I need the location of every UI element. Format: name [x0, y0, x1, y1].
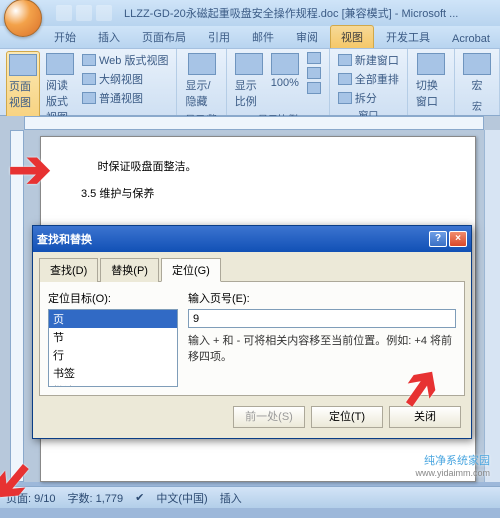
page-number-label: 输入页号(E): [188, 290, 456, 306]
ribbon-tabs: 开始 插入 页面布局 引用 邮件 审阅 视图 开发工具 Acrobat [0, 26, 500, 48]
target-label: 定位目标(O): [48, 290, 178, 306]
list-item[interactable]: 行 [49, 346, 177, 364]
ribbon: 页面视图 阅读版式视图 Web 版式视图 大纲视图 普通视图 文档视图 显示/隐… [0, 48, 500, 116]
arrange-all-button[interactable]: 全部重排 [336, 70, 401, 88]
tab-acrobat[interactable]: Acrobat [442, 30, 500, 48]
list-item[interactable]: 批注 [49, 382, 177, 387]
dialog-title: 查找和替换 [37, 231, 92, 247]
section-heading: 3.5 维护与保养 [81, 184, 435, 205]
quick-access-toolbar [56, 5, 112, 21]
language-indicator[interactable]: 中文(中国) [156, 490, 207, 506]
save-icon[interactable] [56, 5, 72, 21]
close-icon[interactable]: × [449, 231, 467, 247]
list-item[interactable]: 节 [49, 328, 177, 346]
title-bar: LLZZ-GD-20永磁起重吸盘安全操作规程.doc [兼容模式] - Micr… [0, 0, 500, 26]
web-icon [82, 54, 96, 66]
tab-replace[interactable]: 替换(P) [100, 258, 159, 282]
hundred-pct-button[interactable]: 100% [269, 51, 301, 111]
window-title: LLZZ-GD-20永磁起重吸盘安全操作规程.doc [兼容模式] - Micr… [124, 5, 458, 21]
tab-layout[interactable]: 页面布局 [132, 26, 196, 48]
macros-group-label: 宏 [461, 98, 493, 113]
insert-mode[interactable]: 插入 [220, 490, 242, 506]
body-text: 时保证吸盘面整洁。 [81, 157, 435, 178]
normal-view-button[interactable]: 普通视图 [80, 89, 170, 107]
one-page-button[interactable] [305, 51, 323, 65]
outline-button[interactable]: 大纲视图 [80, 70, 170, 88]
horizontal-ruler[interactable] [24, 116, 484, 130]
tab-insert[interactable]: 插入 [88, 26, 130, 48]
split-icon [338, 92, 352, 104]
switch-window-button[interactable]: 切换窗口 [414, 51, 448, 111]
two-page-button[interactable] [305, 66, 323, 80]
annotation-arrow-icon: ➔ [8, 140, 52, 200]
tab-review[interactable]: 审阅 [286, 26, 328, 48]
undo-icon[interactable] [76, 5, 92, 21]
macros-icon [463, 53, 491, 75]
tab-home[interactable]: 开始 [44, 26, 86, 48]
tab-goto[interactable]: 定位(G) [161, 258, 221, 282]
spellcheck-icon[interactable]: ✔ [135, 491, 144, 504]
normal-icon [82, 92, 96, 104]
switch-icon [417, 53, 445, 75]
zoom-icon [235, 53, 263, 75]
page-width-button[interactable] [305, 81, 323, 95]
tab-developer[interactable]: 开发工具 [376, 26, 440, 48]
goto-button[interactable]: 定位(T) [311, 406, 383, 428]
tab-find[interactable]: 查找(D) [39, 258, 98, 282]
showhide-icon [188, 53, 216, 75]
find-replace-dialog: 查找和替换 ? × 查找(D) 替换(P) 定位(G) 定位目标(O): 页 节… [32, 225, 472, 439]
tab-references[interactable]: 引用 [198, 26, 240, 48]
split-button[interactable]: 拆分 [336, 89, 401, 107]
list-item[interactable]: 页 [49, 310, 177, 328]
reading-icon [46, 53, 74, 75]
status-bar: 页面: 9/10 字数: 1,779 ✔ 中文(中国) 插入 [0, 486, 500, 508]
new-window-icon [338, 54, 352, 66]
page-view-label: 页面视图 [9, 78, 37, 110]
outline-icon [82, 73, 96, 85]
word-count[interactable]: 字数: 1,779 [68, 490, 124, 506]
vertical-scrollbar[interactable] [484, 130, 500, 482]
tab-mailings[interactable]: 邮件 [242, 26, 284, 48]
tab-view[interactable]: 视图 [330, 25, 374, 48]
pct-icon [271, 53, 299, 75]
macros-button[interactable]: 宏 [461, 51, 493, 95]
dialog-titlebar[interactable]: 查找和替换 ? × [33, 226, 471, 252]
page-icon [9, 54, 37, 76]
show-hide-button[interactable]: 显示/隐藏 [183, 51, 219, 111]
watermark: 纯净系统家园 www.yidaimm.com [415, 451, 490, 478]
redo-icon[interactable] [96, 5, 112, 21]
goto-target-list[interactable]: 页 节 行 书签 批注 脚注 [48, 309, 178, 387]
office-button[interactable] [4, 0, 42, 37]
list-item[interactable]: 书签 [49, 364, 177, 382]
arrange-icon [338, 73, 352, 85]
previous-button[interactable]: 前一处(S) [233, 406, 305, 428]
zoom-button[interactable]: 显示比例 [233, 51, 265, 111]
help-button[interactable]: ? [429, 231, 447, 247]
dialog-tabs: 查找(D) 替换(P) 定位(G) [39, 258, 465, 282]
web-layout-button[interactable]: Web 版式视图 [80, 51, 170, 69]
page-number-input[interactable] [188, 309, 456, 328]
new-window-button[interactable]: 新建窗口 [336, 51, 401, 69]
